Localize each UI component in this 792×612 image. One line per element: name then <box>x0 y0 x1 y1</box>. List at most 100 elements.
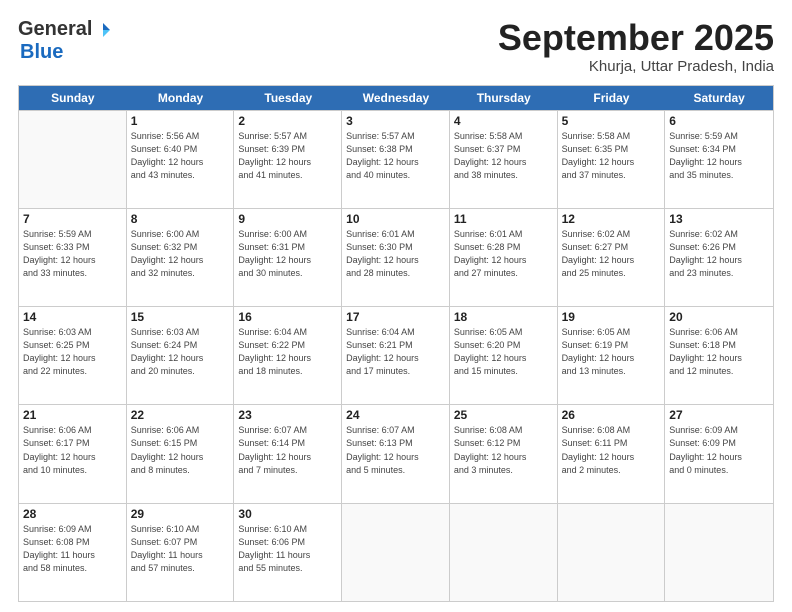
day-info: Sunrise: 6:03 AM Sunset: 6:25 PM Dayligh… <box>23 326 122 378</box>
day-number: 15 <box>131 310 230 324</box>
weekday-header: Monday <box>127 86 235 110</box>
day-number: 24 <box>346 408 445 422</box>
day-number: 26 <box>562 408 661 422</box>
calendar-cell: 21 Sunrise: 6:06 AM Sunset: 6:17 PM Dayli… <box>19 405 127 502</box>
day-number: 16 <box>238 310 337 324</box>
calendar-cell: 30 Sunrise: 6:10 AM Sunset: 6:06 PM Dayli… <box>234 504 342 601</box>
calendar-week-row: 28 Sunrise: 6:09 AM Sunset: 6:08 PM Dayli… <box>19 503 773 601</box>
calendar-cell <box>558 504 666 601</box>
day-number: 28 <box>23 507 122 521</box>
calendar-cell: 26 Sunrise: 6:08 AM Sunset: 6:11 PM Dayli… <box>558 405 666 502</box>
weekday-header: Wednesday <box>342 86 450 110</box>
calendar-cell: 17Sunrise: 6:04 AM Sunset: 6:21 PM Dayli… <box>342 307 450 404</box>
title-block: September 2025 Khurja, Uttar Pradesh, In… <box>498 18 774 75</box>
day-info: Sunrise: 5:58 AM Sunset: 6:35 PM Dayligh… <box>562 130 661 182</box>
month-title: September 2025 <box>498 18 774 58</box>
weekday-header: Tuesday <box>234 86 342 110</box>
calendar-cell: 14 Sunrise: 6:03 AM Sunset: 6:25 PM Dayli… <box>19 307 127 404</box>
day-number: 10 <box>346 212 445 226</box>
day-info: Sunrise: 6:07 AM Sunset: 6:13 PM Dayligh… <box>346 424 445 476</box>
calendar-cell: 11 Sunrise: 6:01 AM Sunset: 6:28 PM Dayli… <box>450 209 558 306</box>
calendar-header-row: SundayMondayTuesdayWednesdayThursdayFrid… <box>19 86 773 110</box>
day-number: 18 <box>454 310 553 324</box>
day-number: 7 <box>23 212 122 226</box>
day-info: Sunrise: 6:05 AM Sunset: 6:20 PM Dayligh… <box>454 326 553 378</box>
day-info: Sunrise: 5:59 AM Sunset: 6:33 PM Dayligh… <box>23 228 122 280</box>
day-number: 23 <box>238 408 337 422</box>
calendar-week-row: 7 Sunrise: 5:59 AM Sunset: 6:33 PM Daylig… <box>19 208 773 306</box>
weekday-header: Friday <box>558 86 666 110</box>
logo-general: General <box>18 18 92 41</box>
calendar-cell: 12Sunrise: 6:02 AM Sunset: 6:27 PM Dayli… <box>558 209 666 306</box>
calendar-cell: 16Sunrise: 6:04 AM Sunset: 6:22 PM Dayli… <box>234 307 342 404</box>
day-info: Sunrise: 5:57 AM Sunset: 6:38 PM Dayligh… <box>346 130 445 182</box>
day-number: 21 <box>23 408 122 422</box>
calendar-cell <box>342 504 450 601</box>
calendar-cell: 25 Sunrise: 6:08 AM Sunset: 6:12 PM Dayli… <box>450 405 558 502</box>
calendar-cell <box>450 504 558 601</box>
day-number: 27 <box>669 408 769 422</box>
day-info: Sunrise: 6:06 AM Sunset: 6:17 PM Dayligh… <box>23 424 122 476</box>
day-number: 4 <box>454 114 553 128</box>
calendar-cell: 10 Sunrise: 6:01 AM Sunset: 6:30 PM Dayli… <box>342 209 450 306</box>
calendar-cell: 5 Sunrise: 5:58 AM Sunset: 6:35 PM Daylig… <box>558 111 666 208</box>
calendar-cell: 18 Sunrise: 6:05 AM Sunset: 6:20 PM Dayli… <box>450 307 558 404</box>
calendar-cell: 19 Sunrise: 6:05 AM Sunset: 6:19 PM Dayli… <box>558 307 666 404</box>
day-number: 25 <box>454 408 553 422</box>
calendar-cell: 3 Sunrise: 5:57 AM Sunset: 6:38 PM Daylig… <box>342 111 450 208</box>
day-info: Sunrise: 6:01 AM Sunset: 6:28 PM Dayligh… <box>454 228 553 280</box>
calendar-week-row: 21 Sunrise: 6:06 AM Sunset: 6:17 PM Dayli… <box>19 404 773 502</box>
day-info: Sunrise: 6:09 AM Sunset: 6:09 PM Dayligh… <box>669 424 769 476</box>
day-number: 14 <box>23 310 122 324</box>
calendar-cell: 1Sunrise: 5:56 AM Sunset: 6:40 PM Daylig… <box>127 111 235 208</box>
day-info: Sunrise: 6:01 AM Sunset: 6:30 PM Dayligh… <box>346 228 445 280</box>
day-number: 5 <box>562 114 661 128</box>
day-number: 29 <box>131 507 230 521</box>
day-info: Sunrise: 5:58 AM Sunset: 6:37 PM Dayligh… <box>454 130 553 182</box>
day-number: 30 <box>238 507 337 521</box>
day-info: Sunrise: 6:02 AM Sunset: 6:26 PM Dayligh… <box>669 228 769 280</box>
day-info: Sunrise: 6:03 AM Sunset: 6:24 PM Dayligh… <box>131 326 230 378</box>
logo: General Blue <box>18 18 112 64</box>
day-info: Sunrise: 6:00 AM Sunset: 6:32 PM Dayligh… <box>131 228 230 280</box>
day-info: Sunrise: 6:06 AM Sunset: 6:15 PM Dayligh… <box>131 424 230 476</box>
calendar-cell: 8Sunrise: 6:00 AM Sunset: 6:32 PM Daylig… <box>127 209 235 306</box>
calendar-cell: 9 Sunrise: 6:00 AM Sunset: 6:31 PM Daylig… <box>234 209 342 306</box>
day-number: 20 <box>669 310 769 324</box>
calendar-cell: 13Sunrise: 6:02 AM Sunset: 6:26 PM Dayli… <box>665 209 773 306</box>
calendar-cell: 2Sunrise: 5:57 AM Sunset: 6:39 PM Daylig… <box>234 111 342 208</box>
weekday-header: Thursday <box>450 86 558 110</box>
day-info: Sunrise: 6:10 AM Sunset: 6:06 PM Dayligh… <box>238 523 337 575</box>
calendar-cell <box>19 111 127 208</box>
calendar-cell: 20 Sunrise: 6:06 AM Sunset: 6:18 PM Dayli… <box>665 307 773 404</box>
calendar-cell: 27 Sunrise: 6:09 AM Sunset: 6:09 PM Dayli… <box>665 405 773 502</box>
day-number: 11 <box>454 212 553 226</box>
day-number: 19 <box>562 310 661 324</box>
day-number: 9 <box>238 212 337 226</box>
location-subtitle: Khurja, Uttar Pradesh, India <box>498 58 774 75</box>
day-info: Sunrise: 6:06 AM Sunset: 6:18 PM Dayligh… <box>669 326 769 378</box>
day-info: Sunrise: 6:00 AM Sunset: 6:31 PM Dayligh… <box>238 228 337 280</box>
calendar-cell: 28 Sunrise: 6:09 AM Sunset: 6:08 PM Dayli… <box>19 504 127 601</box>
day-info: Sunrise: 6:04 AM Sunset: 6:21 PM Dayligh… <box>346 326 445 378</box>
calendar-cell: 4 Sunrise: 5:58 AM Sunset: 6:37 PM Daylig… <box>450 111 558 208</box>
calendar-cell <box>665 504 773 601</box>
day-info: Sunrise: 6:08 AM Sunset: 6:12 PM Dayligh… <box>454 424 553 476</box>
logo-text: General <box>18 18 112 41</box>
day-info: Sunrise: 6:08 AM Sunset: 6:11 PM Dayligh… <box>562 424 661 476</box>
day-info: Sunrise: 5:56 AM Sunset: 6:40 PM Dayligh… <box>131 130 230 182</box>
header: General Blue September 2025 Khurja, Utta… <box>18 18 774 75</box>
day-info: Sunrise: 6:10 AM Sunset: 6:07 PM Dayligh… <box>131 523 230 575</box>
day-info: Sunrise: 6:09 AM Sunset: 6:08 PM Dayligh… <box>23 523 122 575</box>
day-number: 3 <box>346 114 445 128</box>
day-info: Sunrise: 5:57 AM Sunset: 6:39 PM Dayligh… <box>238 130 337 182</box>
calendar-cell: 24 Sunrise: 6:07 AM Sunset: 6:13 PM Dayli… <box>342 405 450 502</box>
page: General Blue September 2025 Khurja, Utta… <box>0 0 792 612</box>
calendar-cell: 29 Sunrise: 6:10 AM Sunset: 6:07 PM Dayli… <box>127 504 235 601</box>
calendar-cell: 6Sunrise: 5:59 AM Sunset: 6:34 PM Daylig… <box>665 111 773 208</box>
day-info: Sunrise: 6:07 AM Sunset: 6:14 PM Dayligh… <box>238 424 337 476</box>
weekday-header: Saturday <box>665 86 773 110</box>
calendar-week-row: 1Sunrise: 5:56 AM Sunset: 6:40 PM Daylig… <box>19 110 773 208</box>
day-number: 6 <box>669 114 769 128</box>
day-info: Sunrise: 6:05 AM Sunset: 6:19 PM Dayligh… <box>562 326 661 378</box>
